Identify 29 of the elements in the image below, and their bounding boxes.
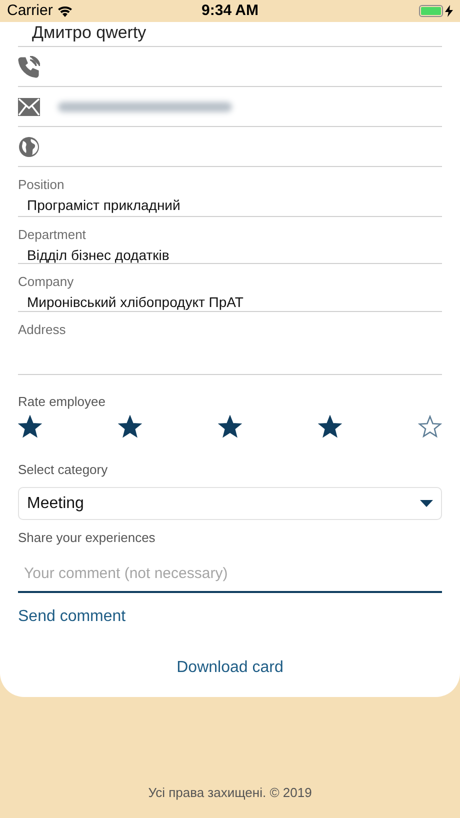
field-value: Відділ бізнес додатків — [26, 246, 170, 265]
field-label: Department — [18, 227, 87, 243]
category-dropdown[interactable]: Meeting — [18, 487, 442, 520]
battery-icon — [419, 5, 443, 17]
phone-icon — [18, 56, 40, 78]
wifi-icon — [56, 5, 73, 17]
caret-icon — [420, 500, 433, 508]
field-value: Миронівський хлібопродукт ПрАТ — [26, 293, 244, 312]
clock: 9:34 AM — [200, 0, 260, 21]
carrier-label: Carrier — [7, 0, 53, 21]
empty-star-icon[interactable] — [418, 415, 442, 439]
field-label: Address — [18, 322, 67, 338]
download-card-link[interactable]: Download card — [176, 658, 284, 678]
globe-icon — [18, 136, 40, 158]
contact-name: Дмитро qwerty — [32, 23, 146, 42]
comment-field[interactable]: Your comment (not necessary) — [18, 556, 442, 593]
category-label: Select category — [18, 462, 109, 478]
comment-label: Share your experiences — [18, 530, 156, 546]
copyright-text: Усі права захищені. © 2019 — [148, 785, 312, 800]
field-label: Company — [18, 274, 75, 290]
field-label: Position — [18, 177, 66, 193]
field-value: Програміст прикладний — [26, 196, 182, 215]
filled-star-icon[interactable] — [18, 415, 42, 439]
envelope-icon — [18, 98, 40, 116]
send-comment-link[interactable]: Send comment — [18, 607, 126, 627]
filled-star-icon[interactable] — [118, 415, 142, 439]
rating-label: Rate employee — [18, 394, 106, 410]
filled-star-icon[interactable] — [218, 415, 242, 439]
filled-star-icon[interactable] — [318, 415, 342, 439]
